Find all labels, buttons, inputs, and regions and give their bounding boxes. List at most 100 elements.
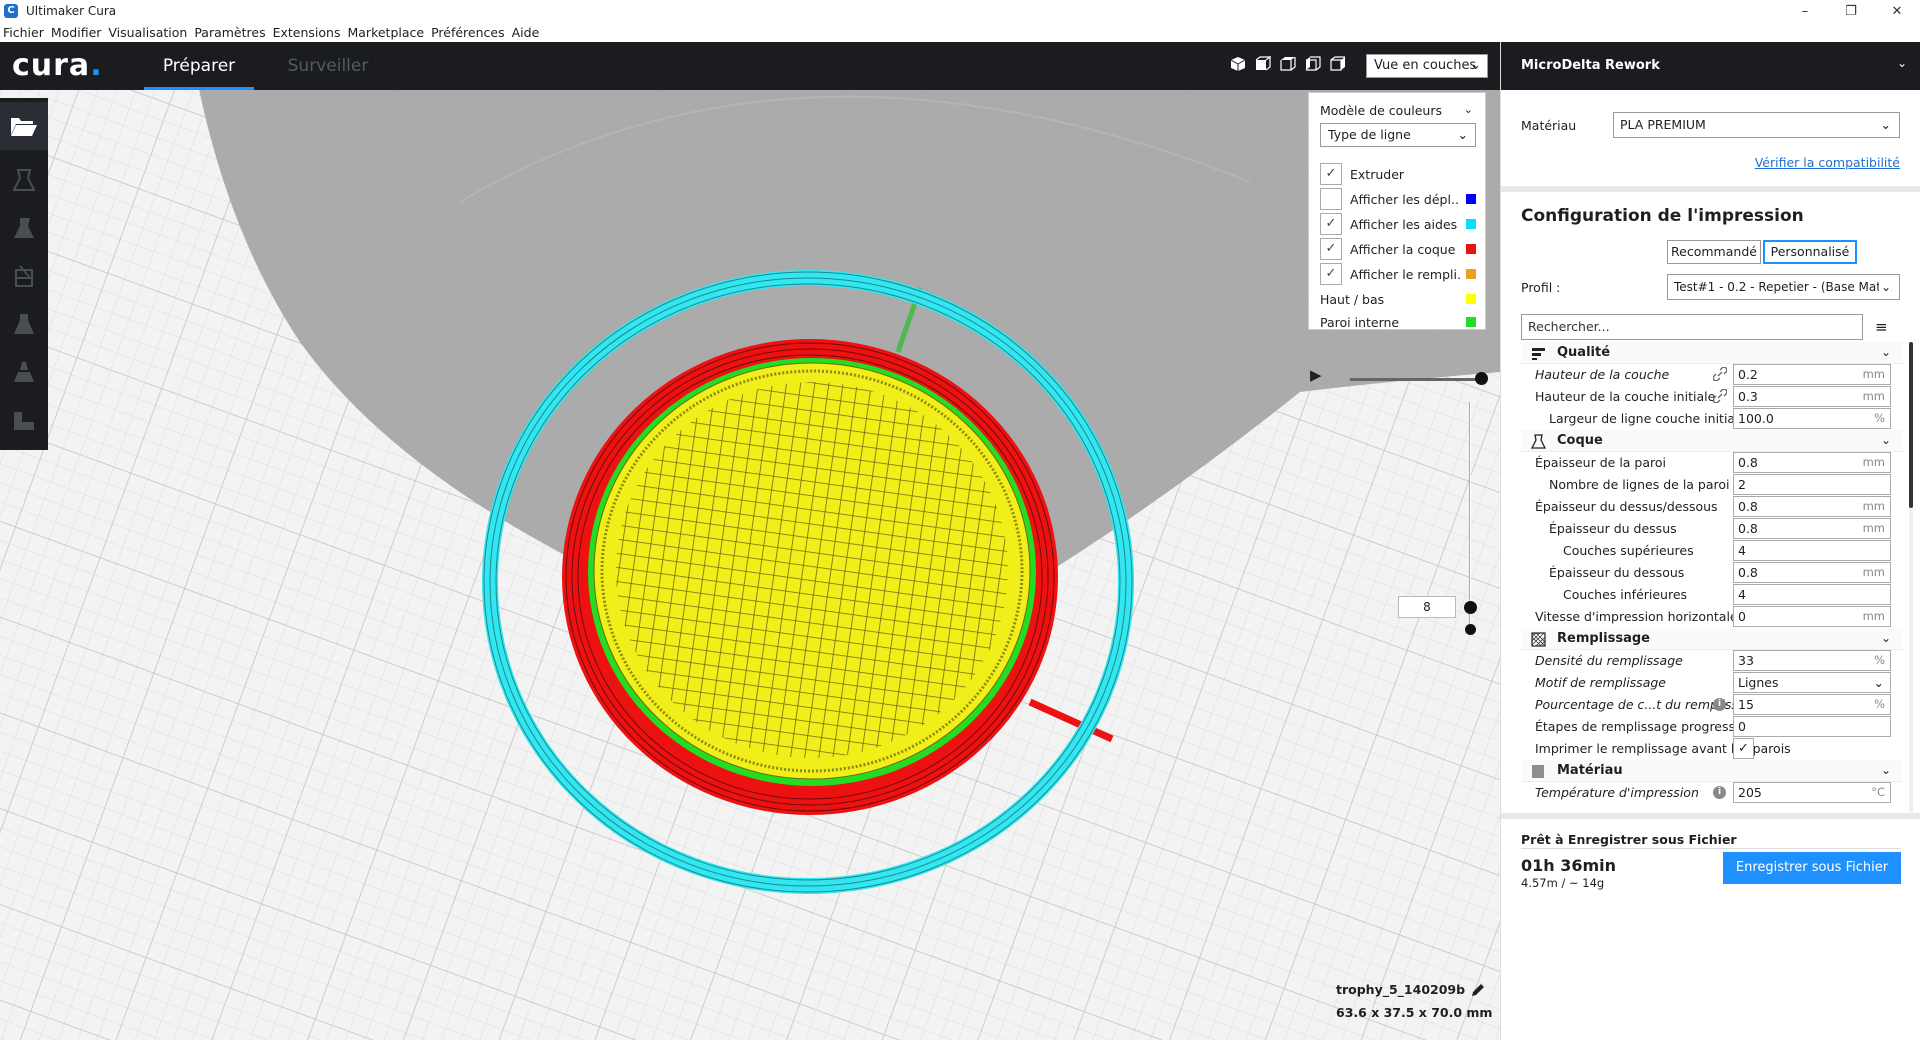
- legend-top-bottom: Haut / bas: [1320, 288, 1476, 310]
- info-icon[interactable]: i: [1713, 698, 1726, 711]
- printer-header[interactable]: MicroDelta Rework ⌄: [1501, 42, 1920, 90]
- menu-aide[interactable]: Aide: [512, 25, 540, 40]
- pencil-icon[interactable]: [1470, 982, 1486, 998]
- top-view-icon[interactable]: [1280, 56, 1296, 72]
- left-view-icon[interactable]: [1305, 56, 1321, 72]
- initial-line-width-input[interactable]: 100.0%: [1733, 408, 1891, 429]
- layer-option-infill: ✓ Afficher le rempli…: [1320, 263, 1476, 285]
- play-simulation-icon[interactable]: ▶: [1310, 366, 1322, 384]
- color-scheme-panel: Modèle de couleurs ⌄ Type de ligne ⌄ ✓ Ex…: [1308, 92, 1486, 330]
- infill-overlap-input[interactable]: 15%: [1733, 694, 1891, 715]
- infill-before-walls-checkbox[interactable]: ✓: [1733, 738, 1754, 759]
- menu-bar: Fichier Modifier Visualisation Paramètre…: [0, 22, 1500, 42]
- chevron-down-icon: ⌄: [1880, 433, 1891, 447]
- horizontal-expansion-input[interactable]: 0 mm: [1733, 606, 1891, 627]
- helpers-checkbox[interactable]: ✓: [1320, 213, 1342, 235]
- restore-button[interactable]: ❐: [1828, 0, 1874, 22]
- layer-number-input[interactable]: 8: [1398, 596, 1456, 618]
- per-model-settings-icon[interactable]: [10, 358, 38, 386]
- layer-path-slider[interactable]: [1350, 378, 1484, 381]
- front-view-icon[interactable]: [1255, 56, 1271, 72]
- top-thickness-input[interactable]: 0.8 mm: [1733, 518, 1891, 539]
- menu-preferences[interactable]: Préférences: [431, 25, 505, 40]
- material-select[interactable]: PLA PREMIUM ⌄: [1613, 112, 1900, 138]
- top-bottom-thickness-input[interactable]: 0.8 mm: [1733, 496, 1891, 517]
- infill-density-input[interactable]: 33%: [1733, 650, 1891, 671]
- custom-mode-button[interactable]: Personnalisé: [1763, 240, 1857, 264]
- layer-slider-upper-handle[interactable]: [1464, 601, 1477, 614]
- check-compatibility-link[interactable]: Vérifier la compatibilité: [1755, 155, 1900, 170]
- menu-fichier[interactable]: Fichier: [3, 25, 44, 40]
- menu-parametres[interactable]: Paramètres: [194, 25, 265, 40]
- menu-marketplace[interactable]: Marketplace: [347, 25, 424, 40]
- rotate-tool-icon[interactable]: [10, 262, 38, 290]
- setting-horizontal-expansion: Vitesse d'impression horizontale 0 mm: [1521, 606, 1903, 628]
- build-plate-render: [0, 42, 1500, 1040]
- menu-extensions[interactable]: Extensions: [273, 25, 341, 40]
- category-infill[interactable]: Remplissage ⌄: [1521, 628, 1903, 650]
- settings-list[interactable]: Qualité ⌄ Hauteur de la couche 0.2 mm Hau…: [1521, 342, 1903, 810]
- printer-name: MicroDelta Rework: [1521, 58, 1660, 73]
- color-scheme-select[interactable]: Type de ligne ⌄: [1320, 123, 1476, 147]
- info-icon[interactable]: i: [1713, 786, 1726, 799]
- chevron-down-icon: ⌄: [1880, 631, 1891, 645]
- recommended-mode-button[interactable]: Recommandé: [1667, 240, 1761, 264]
- bottom-thickness-input[interactable]: 0.8 mm: [1733, 562, 1891, 583]
- move-tool-icon[interactable]: [10, 166, 38, 194]
- view-mode-dropdown[interactable]: Vue en couches ⌄: [1366, 54, 1488, 78]
- top-layers-input[interactable]: 4: [1733, 540, 1891, 561]
- wall-thickness-input[interactable]: 0.8 mm: [1733, 452, 1891, 473]
- wall-line-count-input[interactable]: 2: [1733, 474, 1891, 495]
- link-icon[interactable]: [1713, 389, 1727, 403]
- helpers-color-swatch: [1466, 219, 1476, 229]
- support-blocker-icon[interactable]: [10, 406, 38, 434]
- gradual-infill-steps-input[interactable]: 0: [1733, 716, 1891, 737]
- print-temperature-input[interactable]: 205 °C: [1733, 782, 1891, 803]
- travels-checkbox[interactable]: [1320, 188, 1342, 210]
- infill-pattern: [616, 382, 1008, 758]
- profile-select[interactable]: Test#1 - 0.2 - Repetier - (Base Mat... ⌄: [1667, 274, 1900, 300]
- quality-icon: [1532, 348, 1545, 360]
- infill-icon: [1531, 632, 1546, 647]
- layer-option-travels: Afficher les dépl…: [1320, 188, 1476, 210]
- extruder-checkbox[interactable]: ✓: [1320, 163, 1342, 185]
- initial-layer-height-input[interactable]: 0.3 mm: [1733, 386, 1891, 407]
- infill-checkbox[interactable]: ✓: [1320, 263, 1342, 285]
- layer-slider[interactable]: [1469, 402, 1471, 630]
- setting-gradual-infill-steps: Étapes de remplissage progressif 0: [1521, 716, 1903, 738]
- infill-pattern-select[interactable]: Lignes ⌄: [1733, 672, 1891, 693]
- category-quality[interactable]: Qualité ⌄: [1521, 342, 1903, 364]
- mirror-tool-icon[interactable]: [10, 310, 38, 338]
- settings-scrollbar-thumb[interactable]: [1909, 342, 1913, 508]
- divider: [1521, 848, 1901, 849]
- tab-monitor[interactable]: Surveiller: [278, 42, 378, 90]
- menu-modifier[interactable]: Modifier: [51, 25, 102, 40]
- 3d-view-icon[interactable]: [1230, 56, 1246, 72]
- save-to-file-button[interactable]: Enregistrer sous Fichier: [1723, 852, 1901, 884]
- setting-initial-layer-height: Hauteur de la couche initiale 0.3 mm: [1521, 386, 1903, 408]
- shell-checkbox[interactable]: ✓: [1320, 238, 1342, 260]
- bottom-layers-input[interactable]: 4: [1733, 584, 1891, 605]
- right-view-icon[interactable]: [1330, 56, 1346, 72]
- settings-search-input[interactable]: Rechercher...: [1521, 314, 1863, 340]
- hamburger-menu-icon[interactable]: ≡: [1875, 318, 1888, 336]
- 3d-viewport[interactable]: [0, 42, 1500, 1040]
- category-material[interactable]: Matériau ⌄: [1521, 760, 1903, 782]
- layer-height-input[interactable]: 0.2 mm: [1733, 364, 1891, 385]
- open-file-button[interactable]: [0, 102, 48, 150]
- layer-slider-lower-handle[interactable]: [1465, 624, 1476, 635]
- menu-visualisation[interactable]: Visualisation: [108, 25, 187, 40]
- setting-infill-overlap: Pourcentage de c...t du remplissage i 15…: [1521, 694, 1903, 716]
- category-shell[interactable]: Coque ⌄: [1521, 430, 1903, 452]
- scale-tool-icon[interactable]: [10, 214, 38, 242]
- minimize-button[interactable]: –: [1782, 0, 1828, 22]
- chevron-down-icon[interactable]: ⌄: [1464, 103, 1473, 116]
- close-window-button[interactable]: ✕: [1874, 0, 1920, 22]
- link-icon[interactable]: [1713, 367, 1727, 381]
- layer-path-slider-handle[interactable]: [1475, 372, 1488, 385]
- material-icon: [1532, 765, 1544, 778]
- print-setup-title: Configuration de l'impression: [1521, 206, 1804, 226]
- setting-bottom-thickness: Épaisseur du dessous 0.8 mm: [1521, 562, 1903, 584]
- chevron-down-icon: ⌄: [1878, 275, 1891, 299]
- tab-prepare[interactable]: Préparer: [144, 42, 254, 90]
